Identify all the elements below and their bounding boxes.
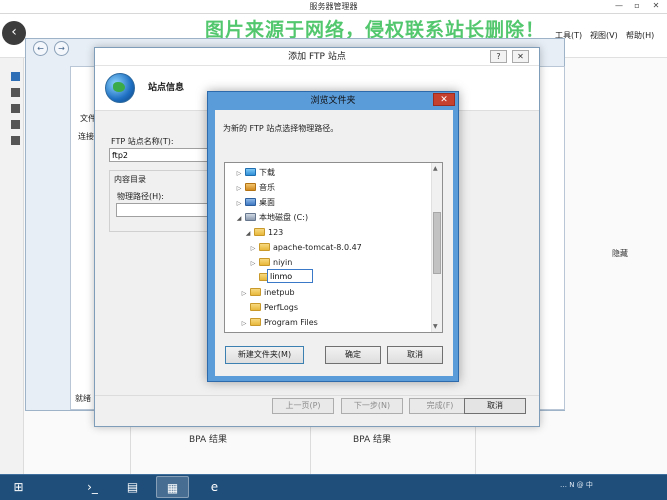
- iis-back-icon[interactable]: ←: [33, 41, 48, 56]
- browse-folder-prompt: 为新的 FTP 站点选择物理路径。: [223, 124, 339, 133]
- folder-icon: [259, 258, 270, 266]
- start-icon[interactable]: ⊞: [2, 476, 35, 498]
- expand-icon[interactable]: ▷: [240, 316, 248, 331]
- server-manager-task-icon[interactable]: ▦: [156, 476, 189, 498]
- music-folder-icon: [245, 183, 256, 191]
- close-icon[interactable]: ✕: [648, 0, 664, 12]
- minimize-icon[interactable]: —: [611, 0, 627, 12]
- folder-icon: [254, 228, 265, 236]
- tree-item-downloads[interactable]: ▷ 下载: [235, 165, 275, 180]
- folder-icon: [250, 318, 261, 326]
- menu-help[interactable]: 帮助(H): [626, 30, 654, 41]
- collapse-icon[interactable]: ◢: [235, 211, 243, 226]
- folder-icon: [259, 243, 270, 251]
- scroll-up-icon[interactable]: ▲: [433, 165, 438, 172]
- iis-status-text: 就绪: [75, 394, 91, 403]
- tree-item-local-disk[interactable]: ◢ 本地磁盘 (C:): [235, 210, 308, 225]
- all-servers-icon[interactable]: [11, 104, 20, 113]
- expand-icon[interactable]: ▷: [235, 196, 243, 211]
- file-services-icon[interactable]: [11, 120, 20, 129]
- physical-path-input[interactable]: [116, 203, 209, 217]
- browse-folder-title: 浏览文件夹: [310, 96, 356, 106]
- file-explorer-icon[interactable]: ▤: [116, 476, 149, 498]
- help-icon[interactable]: ?: [490, 50, 507, 63]
- physical-path-label: 物理路径(H):: [117, 192, 164, 201]
- tree-item-folder-123[interactable]: ◢ 123: [244, 225, 283, 240]
- desktop-folder-icon: [245, 198, 256, 206]
- expand-icon[interactable]: ▷: [235, 181, 243, 196]
- wizard-title: 添加 FTP 站点: [95, 48, 539, 66]
- previous-button[interactable]: 上一页(P): [272, 398, 334, 414]
- drive-icon: [245, 213, 256, 221]
- folder-icon: [250, 288, 261, 296]
- expand-icon[interactable]: ▷: [240, 286, 248, 301]
- expand-icon[interactable]: ▷: [249, 241, 257, 256]
- site-name-input[interactable]: [109, 148, 209, 162]
- finish-button[interactable]: 完成(F): [409, 398, 471, 414]
- iis-forward-icon[interactable]: →: [54, 41, 69, 56]
- bpa-result-label[interactable]: BPA 结果: [353, 432, 391, 445]
- internet-explorer-icon[interactable]: e: [198, 476, 231, 498]
- downloads-folder-icon: [245, 168, 256, 176]
- folder-rename-input[interactable]: [267, 269, 313, 283]
- tree-item-desktop[interactable]: ▷ 桌面: [235, 195, 275, 210]
- tree-item-music[interactable]: ▷ 音乐: [235, 180, 275, 195]
- next-button[interactable]: 下一步(N): [341, 398, 403, 414]
- iis-connections-label: 连接: [78, 132, 94, 141]
- scroll-down-icon[interactable]: ▼: [433, 323, 438, 330]
- expand-icon[interactable]: ▷: [235, 166, 243, 181]
- powershell-icon[interactable]: ›_: [76, 476, 109, 498]
- close-icon[interactable]: ✕: [512, 50, 529, 63]
- tree-item-inetpub[interactable]: ▷ inetpub: [240, 285, 295, 300]
- iis-role-icon[interactable]: [11, 136, 20, 145]
- tree-item-perflogs[interactable]: PerfLogs: [240, 300, 298, 315]
- cancel-button[interactable]: 取消: [464, 398, 526, 414]
- site-name-label: FTP 站点名称(T):: [111, 137, 174, 146]
- collapse-icon[interactable]: ◢: [244, 226, 252, 241]
- ok-button[interactable]: 确定: [325, 346, 381, 364]
- wizard-heading: 站点信息: [148, 83, 185, 93]
- menu-view[interactable]: 视图(V): [590, 30, 618, 41]
- close-icon[interactable]: ✕: [433, 93, 455, 106]
- maximize-icon[interactable]: ▫: [629, 0, 645, 12]
- tree-item-apache-tomcat[interactable]: ▷ apache-tomcat-8.0.47: [249, 240, 362, 255]
- hide-link[interactable]: 隐藏: [612, 248, 628, 259]
- system-tray[interactable]: … N @ 中: [560, 480, 593, 490]
- server-manager-sidebar: [0, 58, 24, 474]
- local-server-icon[interactable]: [11, 88, 20, 97]
- server-manager-title: 服务器管理器: [309, 2, 358, 11]
- expand-icon[interactable]: ▷: [249, 256, 257, 271]
- folder-tree[interactable]: ▷ 下载 ▷ 音乐 ▷ 桌面 ◢ 本地磁盘 (C:) ◢ 123 ▷ apache-tomc…: [224, 162, 443, 333]
- content-directory-label: 内容目录: [114, 175, 146, 184]
- tree-scroll-thumb[interactable]: [433, 212, 441, 274]
- bpa-result-label[interactable]: BPA 结果: [189, 432, 227, 445]
- folder-icon: [250, 303, 261, 311]
- tree-item-niyin[interactable]: ▷ niyin: [249, 255, 292, 270]
- server-manager-titlebar: 服务器管理器 — ▫ ✕: [0, 0, 667, 14]
- back-arrow-icon[interactable]: ‹: [2, 21, 26, 45]
- globe-icon: [105, 73, 135, 103]
- tree-item-program-files[interactable]: ▷ Program Files: [240, 315, 318, 330]
- dashboard-icon[interactable]: [11, 72, 20, 81]
- new-folder-button[interactable]: 新建文件夹(M): [225, 346, 304, 364]
- browse-cancel-button[interactable]: 取消: [387, 346, 443, 364]
